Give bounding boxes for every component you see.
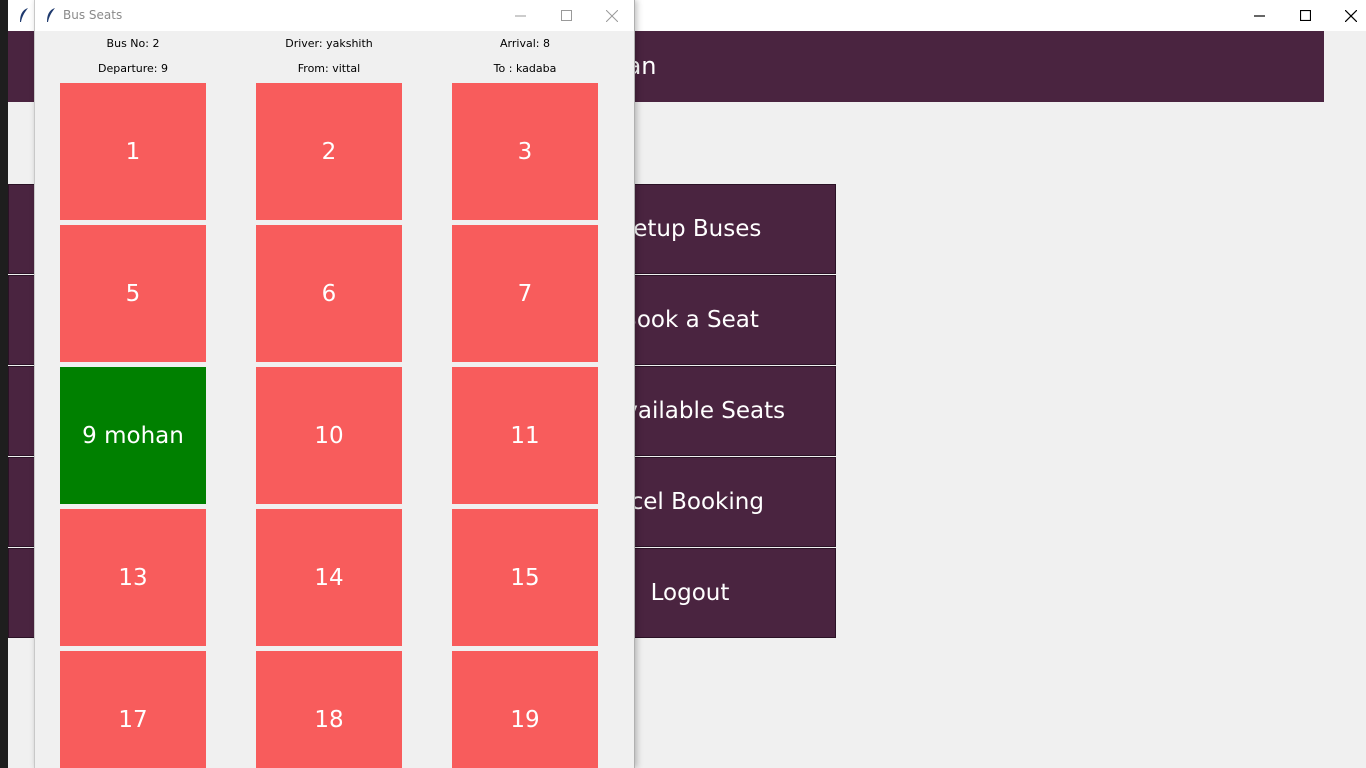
booked-seat-button[interactable]: 9 mohan [60, 367, 206, 504]
main-minimize-button[interactable] [1236, 0, 1282, 31]
seats-titlebar: Bus Seats [35, 0, 634, 31]
seat-button[interactable]: 19 [452, 651, 598, 768]
seat-button[interactable]: 11 [452, 367, 598, 504]
seat-button[interactable]: 7 [452, 225, 598, 362]
maximize-icon [1299, 10, 1311, 21]
seats-maximize-button[interactable] [543, 0, 589, 31]
bus-number-label: Bus No: 2 [106, 37, 160, 50]
feather-icon [47, 8, 55, 22]
from-label: From: vittal [297, 62, 361, 75]
close-icon [606, 9, 618, 22]
main-maximize-button[interactable] [1282, 0, 1328, 31]
main-close-button[interactable] [1328, 0, 1366, 31]
bus-seats-window: Bus Seats Bus No: 2 Driver: yakshith Arr… [34, 0, 635, 768]
minimize-icon [1253, 15, 1265, 17]
seat-button[interactable]: 3 [452, 83, 598, 220]
window-title: Bus Seats [63, 8, 123, 22]
arrival-label: Arrival: 8 [500, 37, 550, 50]
close-icon [1345, 9, 1357, 22]
feather-icon [20, 8, 28, 22]
seat-button[interactable]: 6 [256, 225, 402, 362]
seat-button[interactable]: 2 [256, 83, 402, 220]
seat-button[interactable]: 15 [452, 509, 598, 646]
seats-minimize-button[interactable] [497, 0, 543, 31]
seat-button[interactable]: 10 [256, 367, 402, 504]
departure-label: Departure: 9 [97, 62, 169, 75]
driver-label: Driver: yakshith [285, 37, 373, 50]
seat-button[interactable]: 18 [256, 651, 402, 768]
seat-button[interactable]: 1 [60, 83, 206, 220]
seats-close-button[interactable] [589, 0, 634, 31]
seat-button[interactable]: 14 [256, 509, 402, 646]
to-label: To : kadaba [493, 62, 557, 75]
seat-button[interactable]: 5 [60, 225, 206, 362]
maximize-icon [560, 10, 572, 21]
seat-button[interactable]: 17 [60, 651, 206, 768]
minimize-icon [514, 15, 526, 17]
seat-button[interactable]: 13 [60, 509, 206, 646]
